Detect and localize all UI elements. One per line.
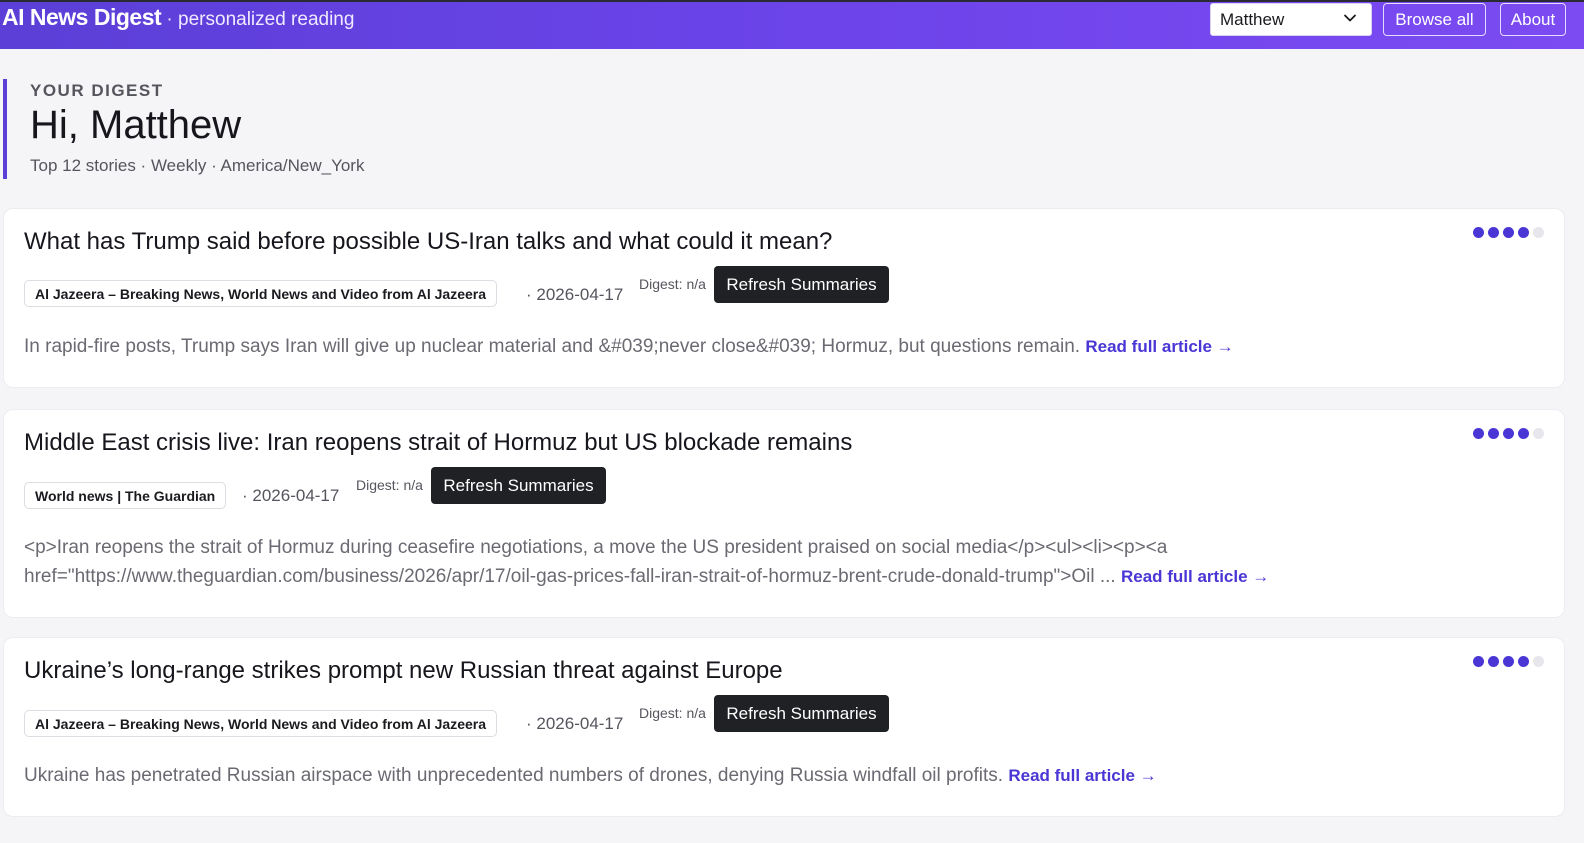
article-date: · 2026-04-17 (526, 285, 624, 304)
source-badge: Al Jazeera – Breaking News, World News a… (24, 280, 498, 307)
summary-line: <p>Iran reopens the strait of Hormuz dur… (24, 537, 1168, 558)
read-full-article-link[interactable]: Read full article → (1121, 567, 1269, 586)
source-badge: Al Jazeera – Breaking News, World News a… (24, 710, 498, 737)
article-card: Ukraine’s long-range strikes prompt new … (3, 637, 1565, 817)
relevance-dot (1533, 227, 1544, 238)
digest-meta: Top 12 stories · Weekly · America/New_Yo… (30, 156, 365, 175)
about-button[interactable]: About (1500, 3, 1566, 36)
relevance-dot (1533, 428, 1544, 439)
relevance-dot (1503, 227, 1514, 238)
user-select-value: Matthew (1220, 10, 1285, 29)
relevance-dots (1473, 227, 1544, 238)
relevance-dot (1533, 656, 1544, 667)
relevance-dot (1518, 656, 1529, 667)
article-date: · 2026-04-17 (526, 714, 624, 733)
refresh-summaries-button[interactable]: Refresh Summaries (714, 695, 889, 732)
summary-line: href="https://www.theguardian.com/busine… (24, 566, 1116, 587)
user-select[interactable]: Matthew (1210, 3, 1372, 36)
relevance-dot (1518, 227, 1529, 238)
article-summary: Ukraine has penetrated Russian airspace … (24, 761, 1504, 790)
relevance-dot (1518, 428, 1529, 439)
digest-status: Digest: n/a (639, 705, 706, 721)
article-title[interactable]: Middle East crisis live: Iran reopens st… (24, 429, 852, 457)
summary-text: In rapid-fire posts, Trump says Iran wil… (24, 336, 1081, 357)
relevance-dot (1488, 428, 1499, 439)
brand[interactable]: AI News Digest · personalized reading (2, 4, 354, 31)
page-title: Hi, Matthew (30, 103, 242, 147)
digest-status: Digest: n/a (639, 276, 706, 292)
top-bar: AI News Digest · personalized reading Ma… (0, 0, 1584, 49)
refresh-summaries-button[interactable]: Refresh Summaries (431, 467, 606, 504)
article-title[interactable]: What has Trump said before possible US-I… (24, 228, 832, 256)
relevance-dot (1488, 656, 1499, 667)
browse-all-button[interactable]: Browse all (1383, 3, 1486, 36)
refresh-summaries-button[interactable]: Refresh Summaries (714, 266, 889, 303)
summary-text: Ukraine has penetrated Russian airspace … (24, 765, 1004, 786)
article-card: Middle East crisis live: Iran reopens st… (3, 409, 1565, 618)
relevance-dot (1473, 656, 1484, 667)
summary-line-wrap: href="https://www.theguardian.com/busine… (24, 562, 1524, 591)
relevance-dot (1503, 428, 1514, 439)
brand-name[interactable]: AI News Digest (2, 4, 162, 30)
article-card: What has Trump said before possible US-I… (3, 208, 1565, 388)
chevron-down-icon (1344, 14, 1356, 22)
article-title[interactable]: Ukraine’s long-range strikes prompt new … (24, 657, 783, 685)
read-full-article-link[interactable]: Read full article → (1008, 766, 1156, 785)
relevance-dot (1473, 227, 1484, 238)
brand-tagline: · personalized reading (161, 9, 355, 30)
relevance-dots (1473, 428, 1544, 439)
relevance-dot (1503, 656, 1514, 667)
relevance-dot (1488, 227, 1499, 238)
relevance-dots (1473, 656, 1544, 667)
relevance-dot (1473, 428, 1484, 439)
digest-status: Digest: n/a (356, 477, 423, 493)
article-date: · 2026-04-17 (242, 486, 340, 505)
source-badge: World news | The Guardian (24, 482, 227, 509)
digest-header: YOUR DIGEST Hi, Matthew Top 12 stories ·… (3, 79, 603, 179)
article-summary: In rapid-fire posts, Trump says Iran wil… (24, 332, 1504, 361)
read-full-article-link[interactable]: Read full article → (1085, 337, 1233, 356)
digest-eyebrow: YOUR DIGEST (30, 81, 164, 100)
article-summary: <p>Iran reopens the strait of Hormuz dur… (24, 533, 1524, 591)
